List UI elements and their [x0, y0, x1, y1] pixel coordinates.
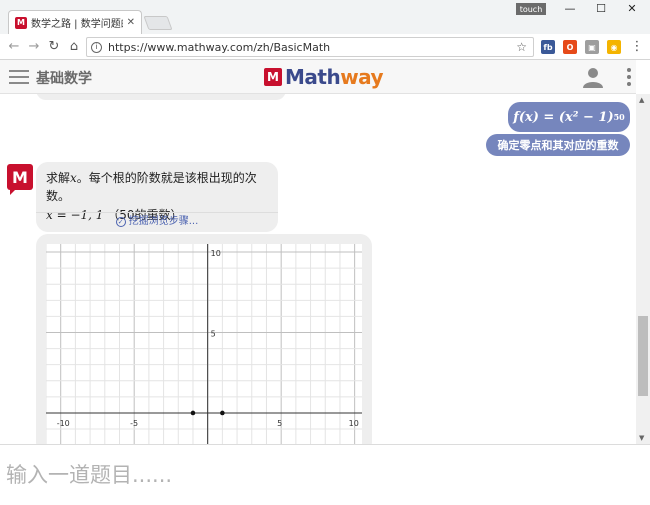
logo-m-icon: M	[264, 68, 282, 86]
user-command-bubble[interactable]: 确定零点和其对应的重数	[486, 134, 630, 156]
scroll-thumb[interactable]	[638, 316, 648, 396]
y-tick-label: 5	[211, 329, 216, 338]
url-text[interactable]: https://www.mathway.com/zh/BasicMath	[108, 41, 516, 54]
graph-bubble: -10 -5 5 10 5 10	[36, 234, 372, 444]
browser-menu-icon[interactable]: ⋮	[629, 39, 645, 54]
touch-badge: touch	[516, 3, 546, 15]
problem-input[interactable]	[6, 459, 626, 491]
graph-background	[46, 244, 362, 444]
view-steps-link[interactable]: ✓ 挖掘浏览步骤...	[36, 212, 278, 230]
problem-input-bar	[0, 444, 650, 505]
browser-tab[interactable]: M 数学之路 | 数学问题的解 ✕	[8, 10, 142, 34]
bookmark-star-icon[interactable]: ☆	[516, 40, 533, 54]
mathway-logo[interactable]: M Mathway	[264, 65, 384, 89]
previous-message-bubble	[36, 94, 286, 100]
y-tick-label: 10	[211, 249, 221, 258]
browser-window: M 数学之路 | 数学问题的解 ✕ touch — ☐ ✕ ← → ↻ ⌂ i …	[0, 0, 650, 505]
mathway-favicon-icon: M	[15, 16, 27, 29]
page-scrollbar[interactable]: ▲ ▼	[636, 94, 650, 444]
x-tick-label: 5	[277, 419, 282, 428]
check-circle-icon: ✓	[115, 217, 126, 227]
facebook-extension-icon[interactable]: fb	[541, 40, 555, 54]
chat-area: f(x) = (x² − 1) 50 确定零点和其对应的重数 M 求解x。每个根的…	[0, 94, 636, 444]
mathway-bot-avatar-icon: M	[7, 164, 33, 195]
user-expression-bubble[interactable]: f(x) = (x² − 1) 50	[508, 102, 630, 132]
info-icon[interactable]: i	[91, 41, 102, 53]
address-bar[interactable]: i https://www.mathway.com/zh/BasicMath ☆	[86, 37, 534, 57]
root-point	[190, 410, 196, 416]
tab-strip: M 数学之路 | 数学问题的解 ✕ touch — ☐ ✕	[0, 0, 650, 34]
hamburger-menu-icon[interactable]	[9, 70, 29, 84]
browser-toolbar: ← → ↻ ⌂ i https://www.mathway.com/zh/Bas…	[0, 34, 650, 60]
scroll-down-icon[interactable]: ▼	[639, 434, 644, 442]
roots-graph[interactable]: -10 -5 5 10 5 10	[46, 244, 362, 444]
forward-icon[interactable]: →	[26, 39, 42, 54]
screenshot-extension-icon[interactable]: ▣	[585, 40, 599, 54]
user-avatar-icon[interactable]	[582, 66, 604, 88]
x-tick-label: -5	[130, 419, 138, 428]
new-tab-button[interactable]	[143, 16, 173, 30]
site-section-title: 基础数学	[36, 71, 92, 87]
back-icon[interactable]: ←	[6, 39, 22, 54]
x-tick-label: 10	[349, 419, 359, 428]
x-tick-label: -10	[57, 419, 70, 428]
answer-explanation: 求解x。每个根的阶数就是该根出现的次数。	[46, 171, 257, 203]
window-close-icon[interactable]: ✕	[620, 2, 644, 15]
logo-wordmark: Mathway	[285, 65, 384, 89]
site-header: 基础数学 M Mathway	[0, 60, 636, 94]
minimize-icon[interactable]: —	[558, 2, 582, 15]
home-icon[interactable]: ⌂	[66, 39, 82, 54]
root-point	[220, 410, 225, 416]
scroll-up-icon[interactable]: ▲	[639, 96, 644, 104]
tab-close-icon[interactable]: ✕	[127, 17, 135, 28]
maximize-icon[interactable]: ☐	[589, 2, 613, 15]
site-menu-icon[interactable]	[626, 68, 632, 86]
bot-answer-bubble: 求解x。每个根的阶数就是该根出现的次数。 x = −1, 1 （50的重数） ✓…	[36, 162, 278, 232]
office-extension-icon[interactable]: O	[563, 40, 577, 54]
tab-title: 数学之路 | 数学问题的解	[31, 19, 123, 30]
chrome-extension-icon[interactable]: ◉	[607, 40, 621, 54]
reload-icon[interactable]: ↻	[46, 39, 62, 54]
